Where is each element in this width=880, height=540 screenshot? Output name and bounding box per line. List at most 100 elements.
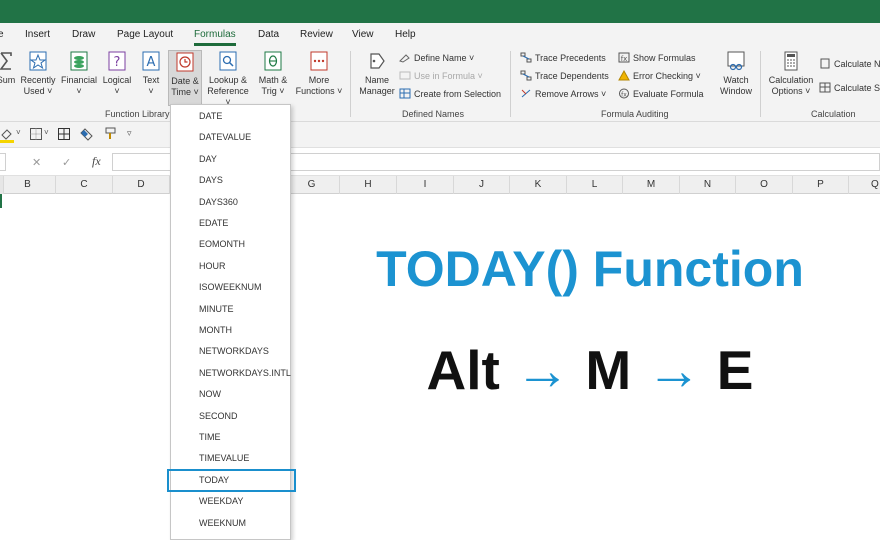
create-from-selection-icon — [399, 88, 411, 99]
svg-text:?: ? — [114, 55, 121, 70]
column-header-c[interactable]: C — [56, 176, 113, 194]
name-manager-button[interactable]: Name Manager — [356, 50, 398, 106]
date-time-function-menu: DATE DATEVALUE DAY DAYS DAYS360 EDATE EO… — [167, 104, 296, 540]
tab-help[interactable]: Help — [395, 29, 416, 40]
define-name-button[interactable]: Define Name ˅ — [399, 51, 474, 66]
menu-item-now[interactable]: NOW — [171, 384, 290, 405]
menu-item-minute[interactable]: MINUTE — [171, 299, 290, 320]
column-header-b[interactable]: B — [0, 176, 56, 194]
tab-data[interactable]: Data — [258, 29, 279, 40]
trace-precedents-label: Trace Precedents — [535, 53, 606, 63]
menu-item-today[interactable]: TODAY — [167, 469, 296, 492]
calculation-options-label-1: Calculation — [768, 75, 814, 85]
more-functions-button[interactable]: More Functions ˅ — [293, 50, 345, 106]
autosum-button[interactable]: Sum — [0, 50, 18, 106]
define-name-label: Define Name ˅ — [414, 53, 475, 63]
column-header-q[interactable]: Q — [849, 176, 880, 194]
autosum-label: Sum — [0, 75, 16, 85]
evaluate-formula-button[interactable]: fx Evaluate Formula — [618, 87, 704, 102]
menu-item-timevalue[interactable]: TIMEVALUE — [171, 448, 290, 469]
tab-formulas[interactable]: Formulas — [194, 29, 236, 46]
column-header-n[interactable]: N — [680, 176, 736, 194]
create-from-selection-button[interactable]: Create from Selection — [399, 87, 501, 102]
overlay-headline: TODAY() Function — [376, 241, 804, 297]
menu-item-isoweeknum[interactable]: ISOWEEKNUM — [171, 277, 290, 298]
error-checking-button[interactable]: Error Checking ˅ — [618, 69, 701, 84]
logical-button[interactable]: ? Logical ˅ — [101, 50, 133, 106]
menu-item-networkdays-intl[interactable]: NETWORKDAYS.INTL — [171, 363, 291, 384]
column-header-l[interactable]: L — [567, 176, 623, 194]
calculation-options-button[interactable]: Calculation Options ˅ — [766, 50, 816, 106]
format-painter-icon[interactable] — [104, 127, 118, 141]
menu-item-hour[interactable]: HOUR — [171, 256, 290, 277]
menu-item-month[interactable]: MONTH — [171, 320, 290, 341]
menu-item-date[interactable]: DATE — [171, 106, 290, 127]
menu-item-days[interactable]: DAYS — [171, 170, 290, 191]
column-header-p[interactable]: P — [793, 176, 849, 194]
column-header-k[interactable]: K — [510, 176, 567, 194]
tab-home[interactable]: e — [0, 29, 4, 40]
show-formulas-button[interactable]: fx Show Formulas — [618, 51, 696, 66]
financial-button[interactable]: Financial ˅ — [60, 50, 98, 106]
lookup-reference-button[interactable]: Lookup & Reference ˅ — [204, 50, 252, 107]
borders-dropdown-icon[interactable]: ˅ — [44, 128, 49, 137]
enter-icon[interactable]: ✓ — [62, 156, 71, 169]
menu-item-networkdays[interactable]: NETWORKDAYS — [171, 341, 290, 362]
calculate-sheet-button[interactable]: Calculate Sh — [819, 81, 880, 96]
column-header-h[interactable]: H — [340, 176, 397, 194]
use-in-formula-icon — [399, 71, 411, 80]
eraser-icon[interactable] — [80, 127, 94, 141]
calculate-sheet-icon — [819, 82, 831, 93]
tab-page-layout[interactable]: Page Layout — [117, 29, 173, 40]
tab-draw[interactable]: Draw — [72, 29, 95, 40]
lookup-label-1: Lookup & — [208, 75, 248, 85]
trace-precedents-button[interactable]: Trace Precedents — [520, 51, 606, 66]
customize-toolbar-icon[interactable]: ▿ — [127, 128, 132, 139]
column-header-d[interactable]: D — [113, 176, 170, 194]
fill-color-icon[interactable] — [0, 127, 14, 143]
tab-view[interactable]: View — [352, 29, 374, 40]
menu-item-edate[interactable]: EDATE — [171, 213, 290, 234]
use-in-formula-button[interactable]: Use in Formula ˅ — [399, 69, 483, 84]
svg-text:fx: fx — [621, 92, 627, 99]
column-header-g[interactable]: G — [284, 176, 340, 194]
recently-used-button[interactable]: Recently Used ˅ — [20, 50, 56, 106]
tag-icon — [370, 53, 385, 69]
column-header-j[interactable]: J — [454, 176, 510, 194]
menu-item-days360[interactable]: DAYS360 — [171, 192, 290, 213]
menu-item-time[interactable]: TIME — [171, 427, 290, 448]
column-header-m[interactable]: M — [623, 176, 680, 194]
trace-precedents-icon — [520, 52, 532, 63]
menu-item-weeknum[interactable]: WEEKNUM — [171, 513, 290, 534]
borders-icon[interactable] — [30, 128, 42, 140]
tab-insert[interactable]: Insert — [25, 29, 50, 40]
text-button[interactable]: A Text ˅ — [137, 50, 165, 106]
calculation-options-label-2: Options ˅ — [771, 86, 811, 96]
clock-icon — [176, 52, 194, 72]
trace-dependents-button[interactable]: Trace Dependents — [520, 69, 609, 84]
all-borders-icon[interactable] — [58, 128, 70, 140]
menu-item-weekday[interactable]: WEEKDAY — [171, 491, 290, 512]
menu-item-second[interactable]: SECOND — [171, 406, 290, 427]
menu-item-eomonth[interactable]: EOMONTH — [171, 234, 290, 255]
math-trig-button[interactable]: Math & Trig ˅ — [255, 50, 291, 106]
text-label-2: ˅ — [148, 86, 154, 96]
menu-item-day[interactable]: DAY — [171, 149, 290, 170]
calculator-icon — [784, 51, 798, 71]
recently-used-label-2: Used ˅ — [23, 86, 53, 96]
column-header-i[interactable]: I — [397, 176, 454, 194]
fill-color-dropdown-icon[interactable]: ˅ — [16, 128, 21, 137]
cancel-icon[interactable]: ✕ — [32, 156, 41, 169]
math-trig-label-2: Trig ˅ — [261, 86, 285, 96]
insert-function-icon[interactable]: fx — [92, 154, 101, 169]
watch-window-button[interactable]: Watch Window — [716, 50, 756, 106]
tab-review[interactable]: Review — [300, 29, 333, 40]
date-time-button[interactable]: Date & Time ˅ — [168, 50, 202, 106]
defined-names-group-label: Defined Names — [402, 109, 465, 119]
menu-item-datevalue[interactable]: DATEVALUE — [171, 127, 290, 148]
name-box[interactable] — [0, 153, 6, 171]
calculate-now-button[interactable]: Calculate N — [819, 57, 880, 72]
date-time-label-1: Date & — [171, 76, 199, 86]
column-header-o[interactable]: O — [736, 176, 793, 194]
remove-arrows-button[interactable]: Remove Arrows ˅ — [520, 87, 606, 102]
